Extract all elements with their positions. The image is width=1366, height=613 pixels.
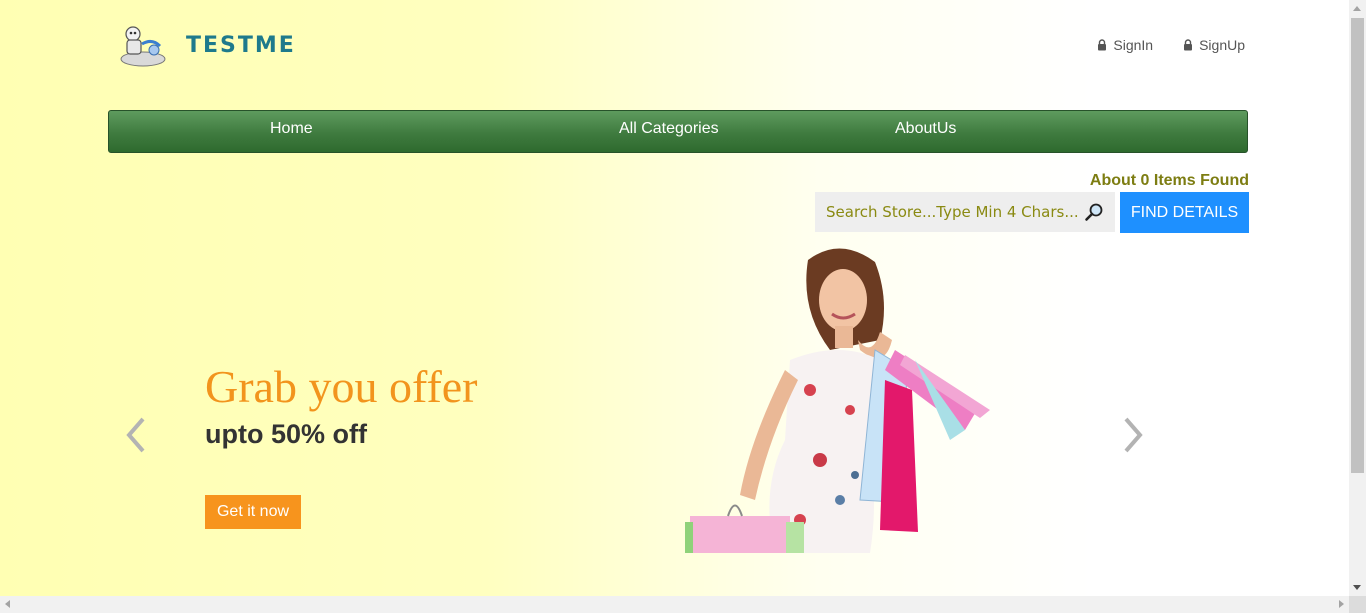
vertical-scroll-thumb[interactable]	[1351, 18, 1364, 473]
search-input[interactable]	[815, 192, 1079, 232]
logo-text: TESTME	[186, 32, 296, 58]
magnifier-icon[interactable]	[1079, 192, 1109, 232]
horizontal-scrollbar[interactable]	[0, 596, 1349, 613]
signin-label: SignIn	[1113, 37, 1154, 53]
hero-subtitle: upto 50% off	[205, 419, 367, 449]
lock-icon	[1098, 39, 1107, 51]
lock-icon	[1184, 39, 1193, 51]
signup-label: SignUp	[1199, 37, 1245, 53]
search-result-count: About 0 Items Found	[1089, 172, 1249, 189]
nav-item-all-categories[interactable]: All Categories	[619, 120, 719, 138]
chevron-left-icon[interactable]	[124, 415, 148, 455]
scroll-down-arrow-icon[interactable]	[1353, 585, 1361, 590]
logo[interactable]: TESTME	[118, 22, 296, 68]
shopping-woman-image	[685, 248, 990, 553]
search-box	[815, 192, 1115, 232]
page: TESTME SignIn SignUp Home All Categories…	[0, 0, 1349, 596]
scroll-up-arrow-icon[interactable]	[1353, 6, 1361, 11]
get-it-now-button[interactable]: Get it now	[205, 495, 301, 529]
scroll-right-arrow-icon[interactable]	[1339, 600, 1344, 608]
find-details-button[interactable]: FIND DETAILS	[1120, 192, 1249, 233]
scroll-left-arrow-icon[interactable]	[5, 600, 10, 608]
signin-link[interactable]: SignIn	[1097, 37, 1153, 53]
signup-link[interactable]: SignUp	[1183, 37, 1245, 53]
main-nav: Home All Categories AboutUs	[108, 110, 1248, 153]
vertical-scrollbar[interactable]	[1349, 0, 1366, 596]
logo-mascot-icon	[120, 26, 166, 67]
scrollbar-corner	[1349, 596, 1366, 613]
chevron-right-icon[interactable]	[1121, 415, 1145, 455]
nav-item-home[interactable]: Home	[270, 120, 313, 138]
auth-links: SignIn SignUp	[1097, 37, 1245, 53]
hero-title: Grab you offer	[205, 361, 478, 412]
nav-item-aboutus[interactable]: AboutUs	[895, 120, 956, 138]
